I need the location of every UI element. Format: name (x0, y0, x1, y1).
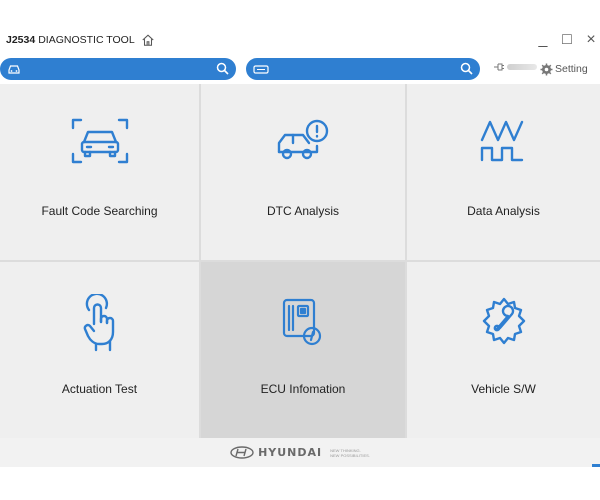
tile-label: ECU Infomation (260, 382, 346, 396)
code-search-field[interactable] (246, 58, 480, 80)
toolbar: Setting (0, 58, 600, 82)
ecu-chip-icon (282, 298, 322, 346)
tile-label: DTC Analysis (266, 204, 340, 218)
brand-wordmark: HYUNDAI (258, 446, 323, 459)
maximize-button[interactable]: □ (558, 27, 576, 53)
connection-status (493, 61, 537, 73)
tagline-line-2: NEW POSSIBILITIES. (330, 452, 370, 458)
car-alert-icon (277, 119, 329, 160)
tile-label: Actuation Test (61, 382, 138, 396)
keyboard-icon (253, 65, 269, 74)
waveform-icon (480, 120, 523, 162)
gear-icon (540, 63, 553, 75)
tile-label: Data Analysis (467, 204, 540, 218)
home-icon[interactable] (141, 33, 155, 47)
title-text: DIAGNOSTIC TOOL (38, 34, 135, 46)
corner-accent (592, 464, 600, 467)
car-scan-icon (71, 118, 128, 164)
window-title: J2534 DIAGNOSTIC TOOL (0, 33, 155, 47)
hyundai-emblem-icon (230, 446, 254, 459)
car-icon (8, 65, 20, 74)
search-icon[interactable] (216, 62, 229, 75)
function-grid: Fault Code Searching DTC Analysis Data A… (0, 84, 600, 438)
title-bar: J2534 DIAGNOSTIC TOOL _ □ × (0, 27, 600, 53)
app-window: J2534 DIAGNOSTIC TOOL _ □ × Setting Faul… (0, 27, 600, 467)
brand-tagline: NEW THINKING. NEW POSSIBILITIES. (330, 448, 370, 458)
window-controls: _ □ × (534, 27, 600, 53)
tile-fault-code-searching[interactable]: Fault Code Searching (0, 84, 199, 260)
tile-dtc-analysis[interactable]: DTC Analysis (201, 84, 405, 260)
tile-data-analysis[interactable]: Data Analysis (407, 84, 600, 260)
usb-plug-icon (494, 63, 504, 71)
tile-actuation-test[interactable]: Actuation Test (0, 262, 199, 438)
vehicle-search-field[interactable] (0, 58, 236, 80)
minimize-button[interactable]: _ (534, 27, 552, 53)
title-bold: J2534 (6, 34, 36, 46)
setting-button[interactable]: Setting (540, 59, 588, 79)
footer: HYUNDAI NEW THINKING. NEW POSSIBILITIES. (0, 438, 600, 467)
search-icon[interactable] (460, 62, 473, 75)
connection-bar (507, 64, 537, 70)
gear-wrench-icon (482, 297, 525, 345)
finger-tap-icon (83, 294, 114, 352)
tile-label: Vehicle S/W (471, 382, 536, 396)
tile-vehicle-sw[interactable]: Vehicle S/W (407, 262, 600, 438)
hyundai-logo: HYUNDAI NEW THINKING. NEW POSSIBILITIES. (230, 446, 370, 459)
close-button[interactable]: × (582, 27, 600, 53)
tile-label: Fault Code Searching (41, 204, 158, 218)
tile-ecu-infomation[interactable]: ECU Infomation (201, 262, 405, 438)
setting-label: Setting (555, 63, 588, 75)
